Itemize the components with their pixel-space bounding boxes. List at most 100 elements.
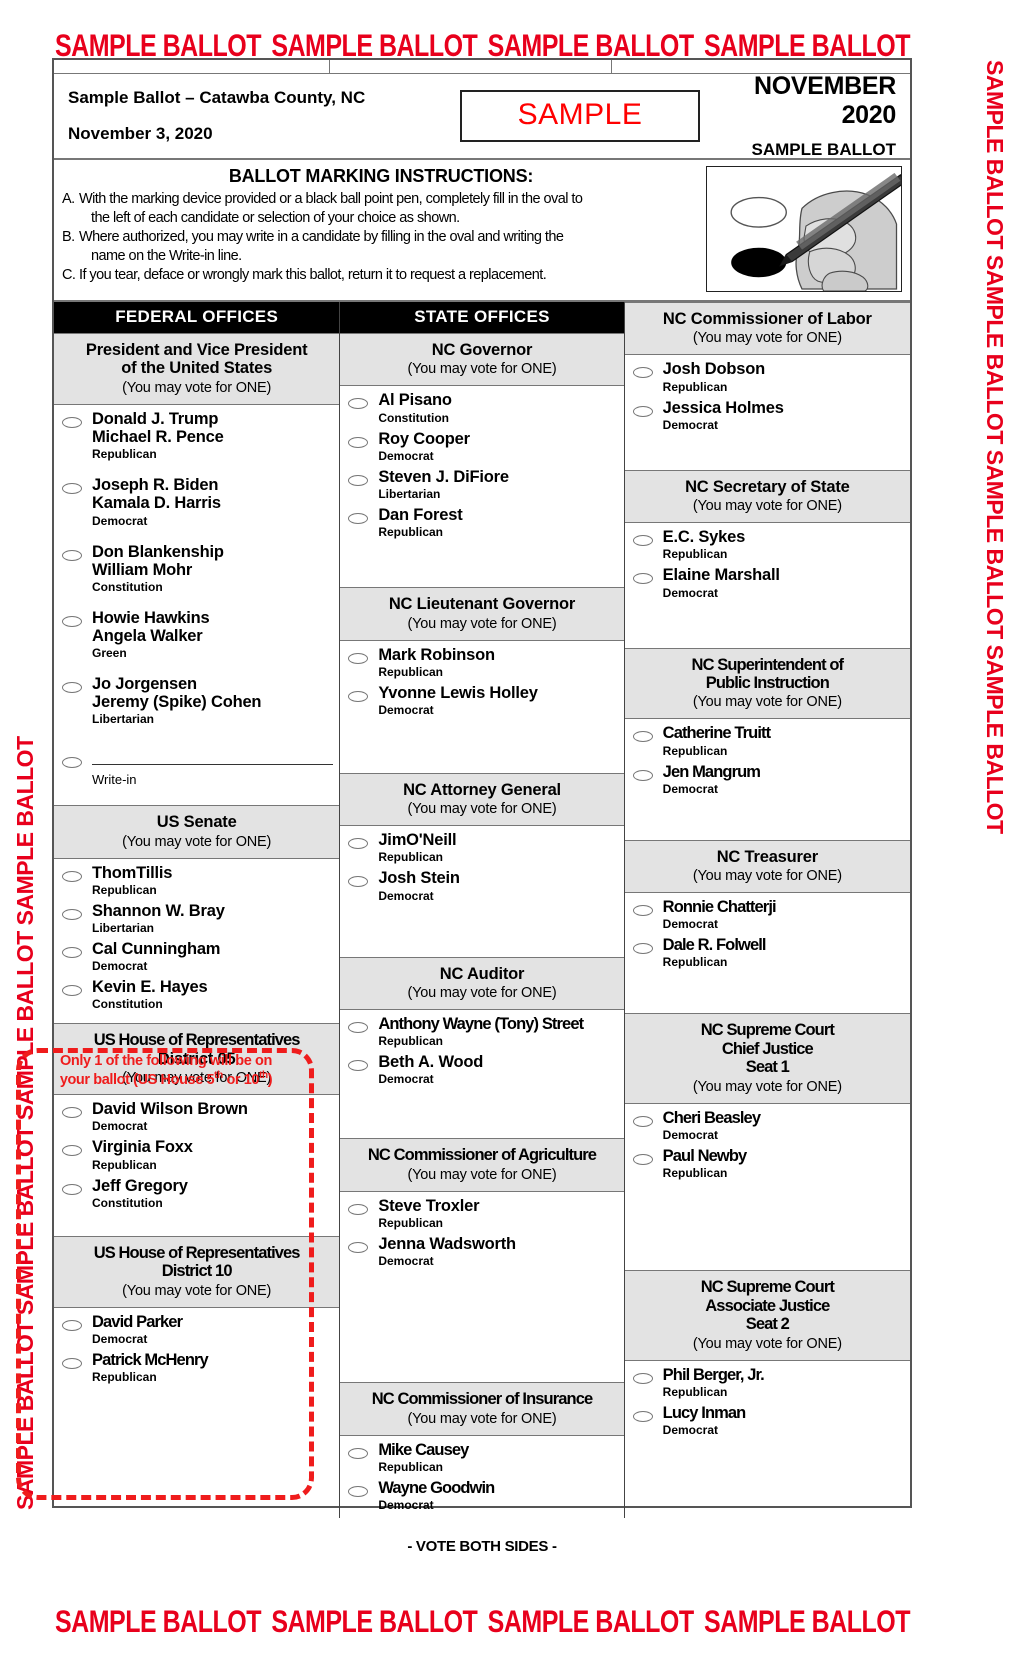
vote-oval[interactable] — [632, 1410, 653, 1422]
candidate-option[interactable]: Yvonne Lewis Holley Democrat — [340, 683, 623, 721]
candidate-option[interactable]: Jeff Gregory Constitution — [54, 1176, 339, 1214]
vote-oval[interactable] — [62, 483, 82, 495]
candidate-body: Al Pisano Constitution — [378, 391, 617, 427]
vote-oval[interactable] — [348, 474, 369, 486]
vote-oval[interactable] — [348, 1485, 369, 1497]
vote-oval[interactable] — [62, 1183, 82, 1195]
candidate-option[interactable]: E.C. Sykes Republican — [625, 527, 910, 565]
vote-oval[interactable] — [632, 769, 653, 781]
candidate-option[interactable]: Jenna Wadsworth Democrat — [340, 1234, 623, 1272]
instruction-label: C. — [62, 267, 76, 284]
candidate-option[interactable]: Virginia Foxx Republican — [54, 1137, 339, 1175]
candidate-option[interactable]: Al Pisano Constitution — [340, 390, 623, 428]
candidate-option[interactable]: Jessica Holmes Democrat — [625, 398, 910, 436]
vote-oval[interactable] — [632, 1154, 653, 1166]
vote-oval[interactable] — [348, 876, 369, 888]
vote-oval[interactable] — [632, 367, 653, 379]
candidate-option[interactable]: Jo Jorgensen Jeremy (Spike) Cohen Libertar… — [54, 674, 339, 730]
candidate-option[interactable]: Mike Causey Republican — [340, 1440, 623, 1478]
candidate-option[interactable]: Don Blankenship William Mohr Constitution — [54, 542, 339, 598]
vote-oval[interactable] — [62, 985, 82, 997]
vote-oval[interactable] — [348, 1060, 369, 1072]
candidate-option[interactable]: Steve Troxler Republican — [340, 1196, 623, 1234]
candidate-option[interactable]: Roy Cooper Democrat — [340, 429, 623, 467]
vote-oval[interactable] — [62, 1107, 82, 1119]
candidate-option[interactable]: ThomTillis Republican — [54, 863, 339, 901]
candidate-body: Shannon W. Bray Libertarian — [92, 902, 333, 938]
write-in-block[interactable]: Write-in — [54, 740, 339, 787]
vote-oval[interactable] — [632, 731, 653, 743]
vote-oval[interactable] — [348, 512, 369, 524]
candidate-option[interactable]: Anthony Wayne (Tony) Street Republican — [340, 1014, 623, 1052]
vote-oval[interactable] — [632, 573, 653, 585]
vote-oval[interactable] — [348, 838, 369, 850]
vote-oval[interactable] — [632, 1115, 653, 1127]
vote-oval[interactable] — [348, 690, 369, 702]
contest-vote-instruction: (You may vote for ONE) — [692, 330, 842, 347]
candidate-name: Jo Jorgensen — [92, 675, 197, 694]
candidate-option[interactable]: Howie Hawkins Angela Walker Green — [54, 608, 339, 664]
vote-oval[interactable] — [348, 1447, 369, 1459]
candidate-option[interactable]: Elaine Marshall Democrat — [625, 565, 910, 603]
election-date: November 3, 2020 — [68, 124, 213, 143]
vote-oval[interactable] — [62, 1357, 82, 1369]
candidate-body: Josh Stein Democrat — [378, 869, 617, 905]
candidate-option[interactable]: JimO'Neill Republican — [340, 830, 623, 868]
vote-oval[interactable] — [62, 757, 82, 769]
vote-oval[interactable] — [632, 943, 653, 955]
candidate-option[interactable]: Shannon W. Bray Libertarian — [54, 901, 339, 939]
candidate-option[interactable]: Paul Newby Republican — [625, 1146, 910, 1184]
candidate-body: Kevin E. Hayes Constitution — [92, 978, 333, 1014]
vote-oval[interactable] — [348, 1203, 369, 1215]
candidate-option[interactable]: Mark Robinson Republican — [340, 645, 623, 683]
candidate-party: Republican — [378, 850, 444, 865]
candidate-party: Republican — [662, 1384, 728, 1399]
vote-oval[interactable] — [62, 908, 82, 920]
instruction-label: B. — [62, 229, 75, 246]
vote-oval[interactable] — [348, 398, 369, 410]
candidate-option[interactable]: Dan Forest Republican — [340, 505, 623, 543]
vote-oval[interactable] — [62, 682, 82, 694]
contest-vote-instruction: (You may vote for ONE) — [407, 615, 557, 632]
candidate-option[interactable]: David Wilson Brown Democrat — [54, 1099, 339, 1137]
vote-oval[interactable] — [348, 1022, 369, 1033]
vote-oval[interactable] — [632, 905, 653, 917]
vote-oval[interactable] — [62, 870, 82, 882]
candidate-option[interactable]: Josh Dobson Republican — [625, 359, 910, 397]
vote-oval[interactable] — [62, 549, 82, 561]
candidate-option[interactable]: Wayne Goodwin Democrat — [340, 1478, 623, 1516]
vote-oval[interactable] — [348, 436, 369, 448]
candidate-option[interactable]: Donald J. Trump Michael R. Pence Republica… — [54, 409, 339, 465]
candidate-option[interactable]: Lucy Inman Democrat — [625, 1403, 910, 1441]
candidate-option[interactable]: Cheri Beasley Democrat — [625, 1108, 910, 1146]
write-in-line[interactable] — [92, 750, 334, 766]
candidate-name: ThomTillis — [92, 863, 173, 882]
vote-oval[interactable] — [62, 1319, 82, 1331]
vote-oval[interactable] — [62, 1145, 82, 1157]
candidate-option[interactable]: Josh Stein Democrat — [340, 868, 623, 906]
candidate-option[interactable]: Cal Cunningham Democrat — [54, 939, 339, 977]
vote-oval[interactable] — [62, 416, 82, 428]
candidate-option[interactable]: Jen Mangrum Democrat — [625, 762, 910, 800]
contest-vote-instruction: (You may vote for ONE) — [407, 1166, 557, 1183]
candidate-name: Wayne Goodwin — [378, 1478, 495, 1497]
candidate-option[interactable]: Beth A. Wood Democrat — [340, 1052, 623, 1090]
candidate-option[interactable]: Steven J. DiFiore Libertarian — [340, 467, 623, 505]
candidate-option[interactable]: Phil Berger, Jr. Republican — [625, 1365, 910, 1403]
vote-oval[interactable] — [632, 535, 653, 547]
vote-oval[interactable] — [348, 652, 369, 664]
candidate-option[interactable]: Catherine Truitt Republican — [625, 723, 910, 761]
vote-oval[interactable] — [62, 615, 82, 627]
candidate-option[interactable]: Kevin E. Hayes Constitution — [54, 977, 339, 1015]
candidate-option[interactable]: Ronnie Chatterji Democrat — [625, 897, 910, 935]
candidate-option[interactable]: Dale R. Folwell Republican — [625, 935, 910, 973]
vote-oval[interactable] — [62, 947, 82, 959]
candidate-option[interactable]: David Parker Democrat — [54, 1312, 339, 1350]
candidate-option[interactable]: Patrick McHenry Republican — [54, 1350, 339, 1388]
vote-oval[interactable] — [632, 405, 653, 417]
candidate-option[interactable]: Joseph R. Biden Kamala D. Harris Democrat — [54, 475, 339, 531]
vote-oval[interactable] — [348, 1241, 369, 1253]
candidate-party: Democrat — [378, 1254, 434, 1269]
instruction-item: B. Where authorized, you may write in a … — [62, 228, 700, 265]
vote-oval[interactable] — [632, 1372, 653, 1384]
